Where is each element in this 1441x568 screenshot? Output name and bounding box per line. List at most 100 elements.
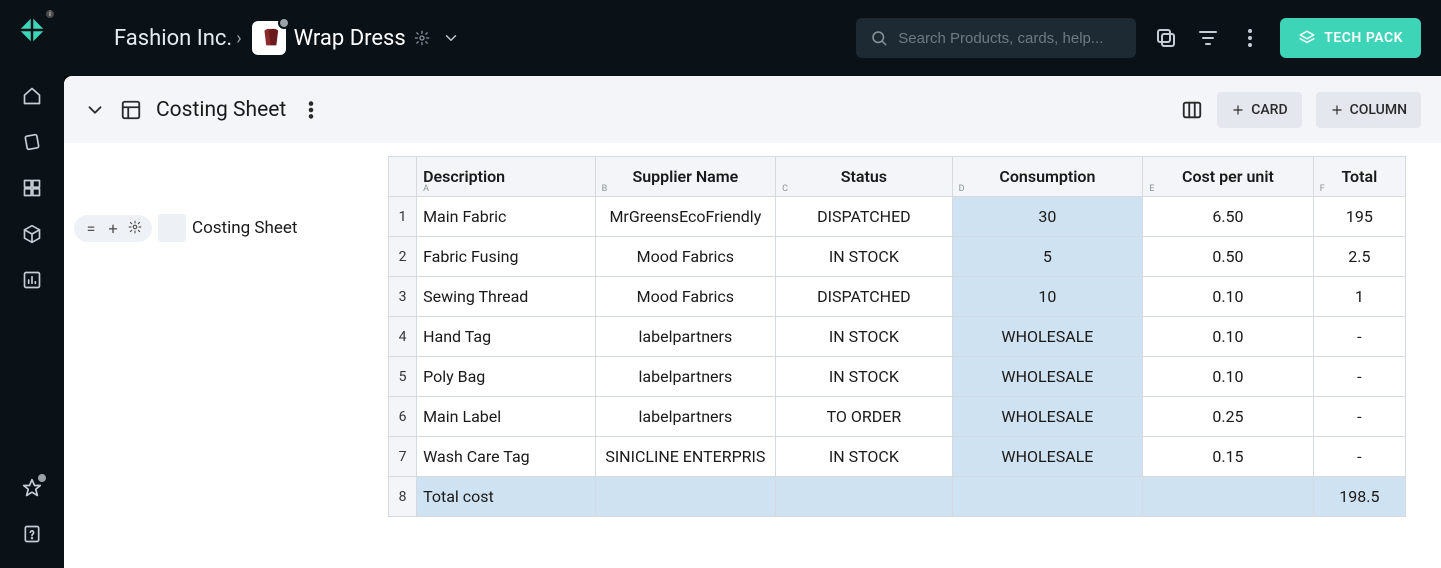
cell-total[interactable]: - <box>1313 397 1405 437</box>
cell-supplier[interactable]: Mood Fabrics <box>595 237 776 277</box>
row-number[interactable]: 7 <box>389 437 417 477</box>
columns-view-icon[interactable] <box>1181 99 1203 121</box>
table-row[interactable]: 5Poly BaglabelpartnersIN STOCKWHOLESALE0… <box>389 357 1406 397</box>
cell-empty[interactable] <box>595 477 776 517</box>
cell-consumption[interactable]: 10 <box>952 277 1143 317</box>
layout-icon[interactable] <box>120 99 142 121</box>
global-search[interactable] <box>856 18 1136 58</box>
cell-cost[interactable]: 0.15 <box>1143 437 1314 477</box>
cell-consumption[interactable]: 5 <box>952 237 1143 277</box>
nav-home-icon[interactable] <box>14 78 50 114</box>
col-header-supplier[interactable]: Supplier NameB <box>595 157 776 197</box>
cell-status[interactable]: DISPATCHED <box>776 197 953 237</box>
cell-supplier[interactable]: labelpartners <box>595 317 776 357</box>
product-settings-icon[interactable] <box>414 30 430 46</box>
table-row[interactable]: 7Wash Care TagSINICLINE ENTERPRISIN STOC… <box>389 437 1406 477</box>
cell-supplier[interactable]: labelpartners <box>595 357 776 397</box>
drag-handle-icon[interactable]: = <box>82 219 100 238</box>
costing-spreadsheet[interactable]: DescriptionA Supplier NameB StatusC Cons… <box>388 156 1406 517</box>
cell-empty[interactable] <box>776 477 953 517</box>
nav-favorites-icon[interactable] <box>14 470 50 506</box>
cell-total[interactable]: - <box>1313 437 1405 477</box>
cell-status[interactable]: DISPATCHED <box>776 277 953 317</box>
table-row[interactable]: 6Main LabellabelpartnersTO ORDERWHOLESAL… <box>389 397 1406 437</box>
cell-description[interactable]: Main Fabric <box>417 197 596 237</box>
table-row[interactable]: 4Hand TaglabelpartnersIN STOCKWHOLESALE0… <box>389 317 1406 357</box>
table-row[interactable]: 1Main FabricMrGreensEcoFriendlyDISPATCHE… <box>389 197 1406 237</box>
cell-supplier[interactable]: Mood Fabrics <box>595 277 776 317</box>
cell-total[interactable]: 2.5 <box>1313 237 1405 277</box>
cell-consumption[interactable]: WHOLESALE <box>952 357 1143 397</box>
app-logo[interactable]: i <box>14 12 50 48</box>
cell-cost[interactable]: 0.25 <box>1143 397 1314 437</box>
cell-consumption[interactable]: WHOLESALE <box>952 317 1143 357</box>
cell-cost[interactable]: 0.10 <box>1143 357 1314 397</box>
collapse-chevron-icon[interactable] <box>84 99 106 121</box>
nav-analytics-icon[interactable] <box>14 262 50 298</box>
col-header-cost[interactable]: Cost per unitE <box>1143 157 1314 197</box>
table-row[interactable]: 3Sewing ThreadMood FabricsDISPATCHED100.… <box>389 277 1406 317</box>
product-thumbnail[interactable] <box>252 21 286 55</box>
cell-description[interactable]: Wash Care Tag <box>417 437 596 477</box>
cell-supplier[interactable]: SINICLINE ENTERPRIS <box>595 437 776 477</box>
cell-cost[interactable]: 0.10 <box>1143 317 1314 357</box>
cell-description[interactable]: Fabric Fusing <box>417 237 596 277</box>
cell-status[interactable]: IN STOCK <box>776 237 953 277</box>
row-number[interactable]: 5 <box>389 357 417 397</box>
product-dropdown-chevron[interactable] <box>442 29 460 47</box>
cell-total[interactable]: 1 <box>1313 277 1405 317</box>
col-header-description[interactable]: DescriptionA <box>417 157 596 197</box>
cell-consumption[interactable]: WHOLESALE <box>952 397 1143 437</box>
breadcrumb-org[interactable]: Fashion Inc. <box>114 26 232 51</box>
cell-cost[interactable]: 6.50 <box>1143 197 1314 237</box>
cell-consumption[interactable]: WHOLESALE <box>952 437 1143 477</box>
tree-item-costing-sheet[interactable]: = + Costing Sheet <box>74 208 378 248</box>
cell-total-label[interactable]: Total cost <box>417 477 596 517</box>
cell-total[interactable]: - <box>1313 357 1405 397</box>
cell-consumption[interactable]: 30 <box>952 197 1143 237</box>
row-number[interactable]: 6 <box>389 397 417 437</box>
cell-description[interactable]: Sewing Thread <box>417 277 596 317</box>
col-header-status[interactable]: StatusC <box>776 157 953 197</box>
nav-package-icon[interactable] <box>14 216 50 252</box>
cell-total-value[interactable]: 198.5 <box>1313 477 1405 517</box>
cell-total[interactable]: 195 <box>1313 197 1405 237</box>
cell-status[interactable]: IN STOCK <box>776 357 953 397</box>
gear-icon[interactable] <box>126 219 144 238</box>
add-column-button[interactable]: COLUMN <box>1316 92 1421 128</box>
more-vertical-icon[interactable] <box>1238 26 1262 50</box>
corner-cell[interactable] <box>389 157 417 197</box>
cell-status[interactable]: IN STOCK <box>776 317 953 357</box>
row-number[interactable]: 4 <box>389 317 417 357</box>
filter-icon[interactable] <box>1196 26 1220 50</box>
product-title[interactable]: Wrap Dress <box>294 26 406 51</box>
table-row[interactable]: 2Fabric FusingMood FabricsIN STOCK50.502… <box>389 237 1406 277</box>
search-input[interactable] <box>898 30 1122 47</box>
sheet-more-icon[interactable] <box>300 99 322 121</box>
cell-empty[interactable] <box>952 477 1143 517</box>
add-icon[interactable]: + <box>104 219 122 238</box>
table-row-total[interactable]: 8Total cost 198.5 <box>389 477 1406 517</box>
tree-item-swatch[interactable] <box>158 214 186 242</box>
tech-pack-button[interactable]: TECH PACK <box>1280 18 1421 58</box>
cell-description[interactable]: Poly Bag <box>417 357 596 397</box>
cell-description[interactable]: Main Label <box>417 397 596 437</box>
cell-description[interactable]: Hand Tag <box>417 317 596 357</box>
row-number[interactable]: 2 <box>389 237 417 277</box>
cell-total[interactable]: - <box>1313 317 1405 357</box>
copy-icon[interactable] <box>1154 26 1178 50</box>
cell-supplier[interactable]: labelpartners <box>595 397 776 437</box>
add-card-button[interactable]: CARD <box>1217 92 1301 128</box>
row-number[interactable]: 3 <box>389 277 417 317</box>
col-header-consumption[interactable]: ConsumptionD <box>952 157 1143 197</box>
row-number[interactable]: 8 <box>389 477 417 517</box>
cell-cost[interactable]: 0.10 <box>1143 277 1314 317</box>
nav-cards-icon[interactable] <box>14 124 50 160</box>
cell-empty[interactable] <box>1143 477 1314 517</box>
row-number[interactable]: 1 <box>389 197 417 237</box>
nav-help-icon[interactable] <box>14 516 50 552</box>
cell-supplier[interactable]: MrGreensEcoFriendly <box>595 197 776 237</box>
cell-status[interactable]: TO ORDER <box>776 397 953 437</box>
cell-status[interactable]: IN STOCK <box>776 437 953 477</box>
col-header-total[interactable]: TotalF <box>1313 157 1405 197</box>
